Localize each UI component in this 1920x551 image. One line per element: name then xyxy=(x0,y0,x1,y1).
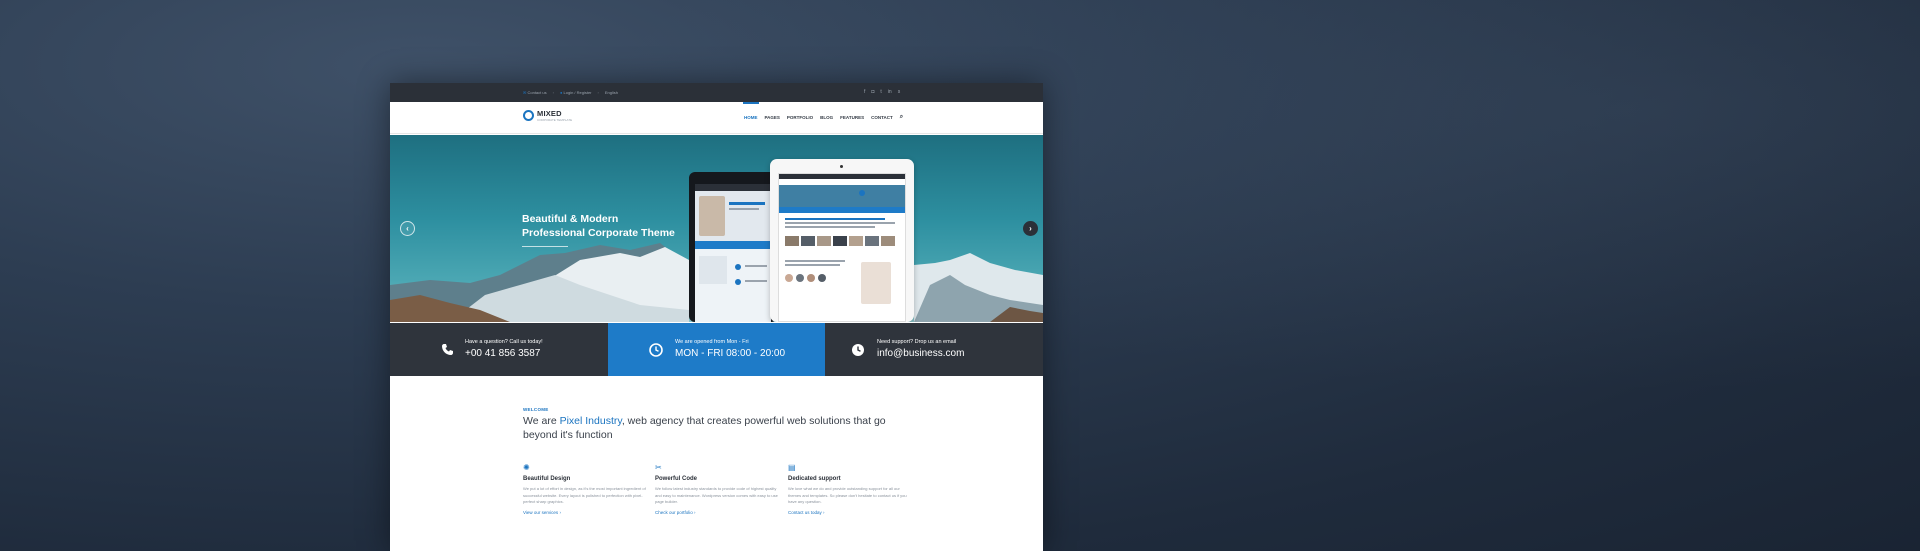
contact-label: Contact us xyxy=(527,90,547,95)
info-support-email[interactable]: info@business.com xyxy=(877,348,964,359)
feature-link-label: Contact us today xyxy=(788,509,822,515)
twitter-icon[interactable]: t xyxy=(880,89,881,95)
feature-powerful-code: ✂ Powerful Code We follow latest industr… xyxy=(655,463,780,515)
feature-link-label: View our services xyxy=(523,509,559,515)
feature-beautiful-design: ✺ Beautiful Design We put a lot of effor… xyxy=(523,463,648,515)
feature-link-label: Check our portfolio xyxy=(655,509,693,515)
tablet-dark-screen xyxy=(695,184,771,322)
hero-title-line2: Professional Corporate Theme xyxy=(522,227,675,239)
clock-icon xyxy=(648,342,663,357)
nav-item-contact[interactable]: CONTACT xyxy=(871,115,893,121)
site-header: MIXED CORPORATE TEMPLATE HOME PAGES PORT… xyxy=(390,102,1043,134)
feature-title: Beautiful Design xyxy=(523,476,571,482)
welcome-section: WELCOME We are Pixel Industry, web agenc… xyxy=(390,376,1043,551)
info-support-label: Need support? Drop us an email xyxy=(877,339,957,345)
separator: › xyxy=(597,90,599,95)
logo-name: MIXED xyxy=(537,109,562,118)
top-bar: ✉ Contact us › ● Login / Register › Engl… xyxy=(390,83,1043,102)
support-icon: ▤ xyxy=(788,463,796,472)
slider-prev-button[interactable]: ‹ xyxy=(400,221,415,236)
info-support: Need support? Drop us an email info@busi… xyxy=(825,323,1043,376)
chevron-right-icon: › xyxy=(559,509,561,515)
feature-link[interactable]: Check our portfolio › xyxy=(655,510,780,515)
hero-divider xyxy=(522,246,568,247)
feature-title: Powerful Code xyxy=(655,476,698,482)
login-label: Login / Register xyxy=(563,90,592,95)
info-hours-label: We are opened from Mon - Fri xyxy=(675,339,749,345)
info-phone-value[interactable]: +00 41 856 3587 xyxy=(465,348,540,359)
contact-link[interactable]: ✉ Contact us xyxy=(523,90,547,95)
hero-title-line1: Beautiful & Modern xyxy=(522,213,619,225)
code-icon: ✂ xyxy=(655,463,662,472)
phone-icon xyxy=(440,342,455,357)
separator: › xyxy=(552,90,554,95)
feature-description: We follow latest industry standards to p… xyxy=(655,486,778,504)
language-selector[interactable]: English xyxy=(605,90,618,95)
linkedin-icon[interactable]: in xyxy=(888,89,892,95)
info-bar: Have a question? Call us today! +00 41 8… xyxy=(390,323,1043,376)
nav-item-home[interactable]: HOME xyxy=(743,102,758,121)
clock-icon xyxy=(850,342,865,357)
logo-tagline: CORPORATE TEMPLATE xyxy=(537,117,573,122)
feature-link[interactable]: Contact us today › xyxy=(788,510,913,515)
instagram-icon[interactable]: ◘ xyxy=(871,89,874,95)
nav-item-blog[interactable]: BLOG xyxy=(820,115,833,121)
headline-pre: We are xyxy=(523,415,560,427)
nav-item-portfolio[interactable]: PORTFOLIO xyxy=(787,115,813,121)
headline-highlight[interactable]: Pixel Industry xyxy=(560,415,622,427)
tablet-dark-device xyxy=(689,172,777,322)
main-nav: HOME PAGES PORTFOLIO BLOG FEATURES CONTA… xyxy=(743,102,903,121)
feature-description: We love what we do and provide outstandi… xyxy=(788,486,907,504)
skype-icon[interactable]: s xyxy=(898,89,901,95)
search-icon[interactable]: ⌕ xyxy=(900,114,903,121)
feature-dedicated-support: ▤ Dedicated support We love what we do a… xyxy=(788,463,913,515)
chevron-right-icon: › xyxy=(1029,224,1032,233)
tablet-white-device xyxy=(770,159,914,322)
tablet-white-screen xyxy=(778,173,906,322)
nav-item-features[interactable]: FEATURES xyxy=(840,115,864,121)
slider-next-button[interactable]: › xyxy=(1023,221,1038,236)
camera-dot xyxy=(840,165,843,168)
chevron-left-icon: ‹ xyxy=(406,224,409,233)
welcome-headline: We are Pixel Industry, web agency that c… xyxy=(523,414,923,442)
chevron-right-icon: › xyxy=(823,509,825,515)
logo-mark-icon xyxy=(523,110,534,122)
feature-link[interactable]: View our services › xyxy=(523,510,648,515)
hero-title: Beautiful & Modern Professional Corporat… xyxy=(522,212,675,247)
welcome-tag: WELCOME xyxy=(523,407,549,412)
feature-title: Dedicated support xyxy=(788,476,841,482)
design-icon: ✺ xyxy=(523,463,530,472)
info-hours-value: MON - FRI 08:00 - 20:00 xyxy=(675,348,786,359)
chevron-right-icon: › xyxy=(694,509,696,515)
social-links: f ◘ t in s xyxy=(864,89,900,95)
logo[interactable]: MIXED CORPORATE TEMPLATE xyxy=(523,110,572,122)
nav-item-pages[interactable]: PAGES xyxy=(765,115,780,121)
facebook-icon[interactable]: f xyxy=(864,89,865,95)
login-link[interactable]: ● Login / Register xyxy=(560,90,592,95)
info-hours: We are opened from Mon - Fri MON - FRI 0… xyxy=(608,323,825,376)
info-phone: Have a question? Call us today! +00 41 8… xyxy=(390,323,608,376)
feature-description: We put a lot of effort in design, as it'… xyxy=(523,486,646,504)
info-phone-label: Have a question? Call us today! xyxy=(465,339,543,345)
hero-slider: Beautiful & Modern Professional Corporat… xyxy=(390,135,1043,322)
website-mockup: ✉ Contact us › ● Login / Register › Engl… xyxy=(390,83,1043,551)
